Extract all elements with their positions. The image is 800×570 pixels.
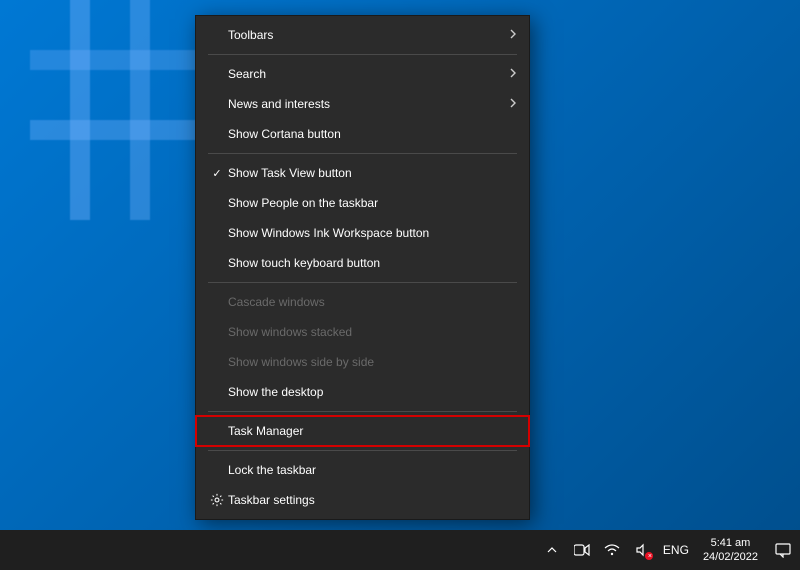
menu-item-lock-the-taskbar[interactable]: Lock the taskbar xyxy=(196,455,529,485)
system-tray[interactable]: × xyxy=(537,530,657,570)
menu-item-label: Taskbar settings xyxy=(228,493,517,507)
chevron-right-icon xyxy=(509,68,517,81)
menu-separator xyxy=(208,282,517,283)
menu-item-show-touch-keyboard-button[interactable]: Show touch keyboard button xyxy=(196,248,529,278)
menu-item-label: Show Task View button xyxy=(228,166,517,180)
action-center-icon[interactable] xyxy=(766,530,800,570)
menu-item-show-windows-stacked: Show windows stacked xyxy=(196,317,529,347)
menu-item-label: Show Windows Ink Workspace button xyxy=(228,226,517,240)
meet-now-icon[interactable] xyxy=(573,530,591,570)
language-indicator[interactable]: ENG xyxy=(657,530,695,570)
clock[interactable]: 5:41 am 24/02/2022 xyxy=(695,530,766,570)
clock-date: 24/02/2022 xyxy=(703,550,758,564)
menu-item-label: Search xyxy=(228,67,509,81)
menu-item-show-cortana-button[interactable]: Show Cortana button xyxy=(196,119,529,149)
wifi-icon[interactable] xyxy=(603,530,621,570)
menu-item-taskbar-settings[interactable]: Taskbar settings xyxy=(196,485,529,515)
menu-item-cascade-windows: Cascade windows xyxy=(196,287,529,317)
taskbar-context-menu: Toolbars Search News and interests Show Cor… xyxy=(195,15,530,520)
menu-item-show-task-view-button[interactable]: ✓Show Task View button xyxy=(196,158,529,188)
menu-item-label: Task Manager xyxy=(228,424,517,438)
gear-icon xyxy=(206,493,228,507)
check-icon: ✓ xyxy=(206,167,228,180)
taskbar[interactable]: × ENG 5:41 am 24/02/2022 xyxy=(0,530,800,570)
menu-item-search[interactable]: Search xyxy=(196,59,529,89)
menu-separator xyxy=(208,411,517,412)
menu-item-label: Show the desktop xyxy=(228,385,517,399)
tray-chevron-icon[interactable] xyxy=(543,530,561,570)
menu-item-label: News and interests xyxy=(228,97,509,111)
menu-item-show-windows-ink-workspace-button[interactable]: Show Windows Ink Workspace button xyxy=(196,218,529,248)
clock-time: 5:41 am xyxy=(711,536,751,550)
menu-item-label: Show People on the taskbar xyxy=(228,196,517,210)
menu-item-show-people-on-the-taskbar[interactable]: Show People on the taskbar xyxy=(196,188,529,218)
chevron-right-icon xyxy=(509,29,517,42)
chevron-right-icon xyxy=(509,98,517,111)
menu-item-label: Show Cortana button xyxy=(228,127,517,141)
menu-item-label: Toolbars xyxy=(228,28,509,42)
menu-separator xyxy=(208,153,517,154)
menu-item-label: Lock the taskbar xyxy=(228,463,517,477)
menu-item-task-manager[interactable]: Task Manager xyxy=(196,416,529,446)
menu-item-label: Show windows side by side xyxy=(228,355,517,369)
menu-item-show-windows-side-by-side: Show windows side by side xyxy=(196,347,529,377)
menu-item-label: Show windows stacked xyxy=(228,325,517,339)
menu-item-label: Show touch keyboard button xyxy=(228,256,517,270)
menu-item-label: Cascade windows xyxy=(228,295,517,309)
volume-muted-icon[interactable]: × xyxy=(633,530,651,570)
menu-separator xyxy=(208,450,517,451)
menu-separator xyxy=(208,54,517,55)
menu-item-show-the-desktop[interactable]: Show the desktop xyxy=(196,377,529,407)
menu-item-news-and-interests[interactable]: News and interests xyxy=(196,89,529,119)
menu-item-toolbars[interactable]: Toolbars xyxy=(196,20,529,50)
